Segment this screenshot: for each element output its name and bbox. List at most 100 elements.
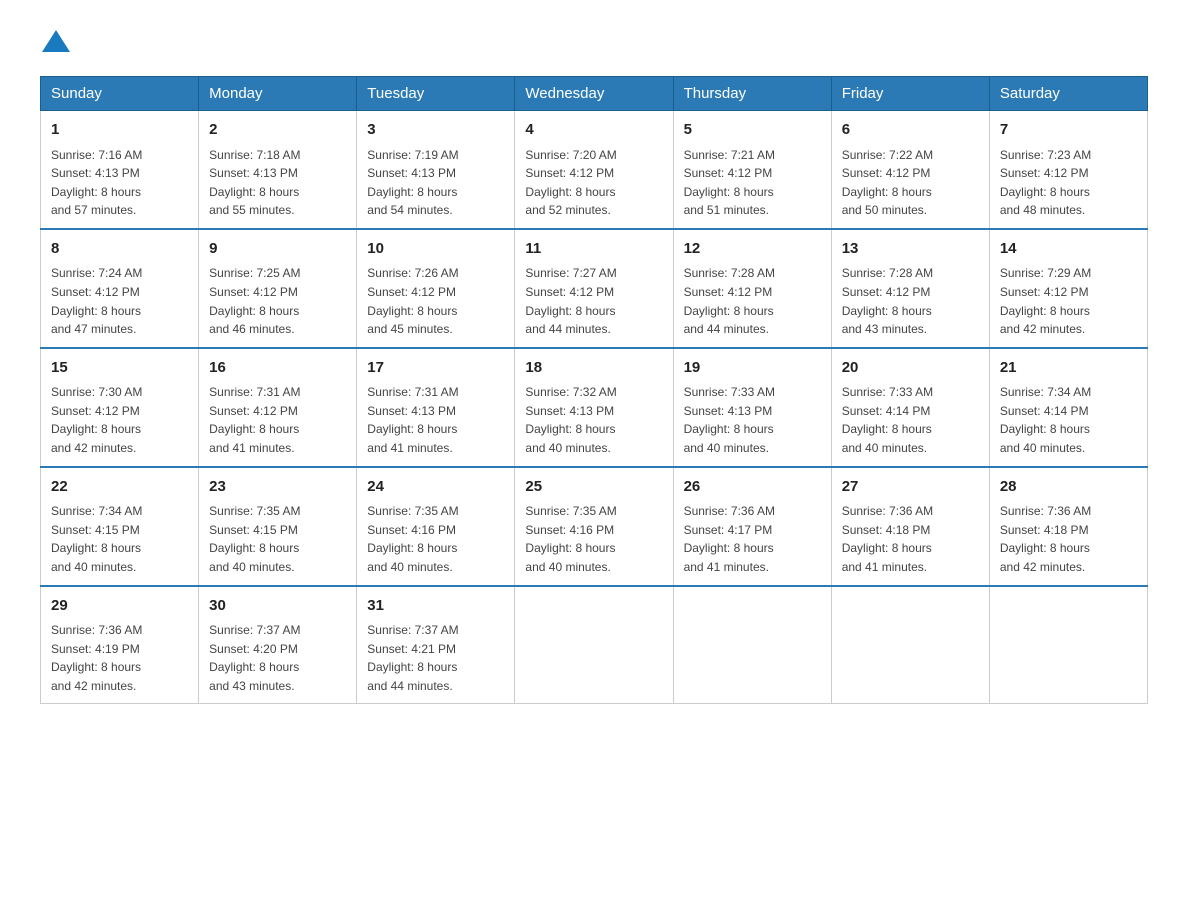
day-info: Sunrise: 7:30 AMSunset: 4:12 PMDaylight:… [51,383,188,457]
day-number: 6 [842,119,979,142]
calendar-day-cell: 29 Sunrise: 7:36 AMSunset: 4:19 PMDaylig… [41,586,199,704]
calendar-day-cell: 23 Sunrise: 7:35 AMSunset: 4:15 PMDaylig… [199,467,357,586]
day-info: Sunrise: 7:34 AMSunset: 4:15 PMDaylight:… [51,502,188,576]
day-number: 10 [367,238,504,261]
calendar-day-cell: 28 Sunrise: 7:36 AMSunset: 4:18 PMDaylig… [989,467,1147,586]
calendar-day-cell: 27 Sunrise: 7:36 AMSunset: 4:18 PMDaylig… [831,467,989,586]
day-info: Sunrise: 7:33 AMSunset: 4:14 PMDaylight:… [842,383,979,457]
calendar-day-cell: 7 Sunrise: 7:23 AMSunset: 4:12 PMDayligh… [989,111,1147,229]
day-info: Sunrise: 7:33 AMSunset: 4:13 PMDaylight:… [684,383,821,457]
day-number: 15 [51,357,188,380]
calendar-week-row: 15 Sunrise: 7:30 AMSunset: 4:12 PMDaylig… [41,348,1148,467]
day-info: Sunrise: 7:26 AMSunset: 4:12 PMDaylight:… [367,264,504,338]
day-of-week-header: Wednesday [515,77,673,111]
calendar-day-cell [989,586,1147,704]
day-number: 12 [684,238,821,261]
day-info: Sunrise: 7:24 AMSunset: 4:12 PMDaylight:… [51,264,188,338]
calendar-day-cell: 21 Sunrise: 7:34 AMSunset: 4:14 PMDaylig… [989,348,1147,467]
day-number: 24 [367,476,504,499]
calendar-day-cell: 6 Sunrise: 7:22 AMSunset: 4:12 PMDayligh… [831,111,989,229]
day-number: 28 [1000,476,1137,499]
calendar-day-cell: 2 Sunrise: 7:18 AMSunset: 4:13 PMDayligh… [199,111,357,229]
calendar-day-cell: 20 Sunrise: 7:33 AMSunset: 4:14 PMDaylig… [831,348,989,467]
days-of-week-row: SundayMondayTuesdayWednesdayThursdayFrid… [41,77,1148,111]
day-info: Sunrise: 7:35 AMSunset: 4:16 PMDaylight:… [367,502,504,576]
day-of-week-header: Thursday [673,77,831,111]
logo-triangle-icon [42,30,70,52]
calendar-day-cell: 13 Sunrise: 7:28 AMSunset: 4:12 PMDaylig… [831,229,989,348]
day-of-week-header: Sunday [41,77,199,111]
day-number: 21 [1000,357,1137,380]
day-info: Sunrise: 7:18 AMSunset: 4:13 PMDaylight:… [209,146,346,220]
calendar-day-cell: 12 Sunrise: 7:28 AMSunset: 4:12 PMDaylig… [673,229,831,348]
calendar-day-cell: 26 Sunrise: 7:36 AMSunset: 4:17 PMDaylig… [673,467,831,586]
day-number: 3 [367,119,504,142]
calendar-day-cell: 9 Sunrise: 7:25 AMSunset: 4:12 PMDayligh… [199,229,357,348]
calendar-day-cell: 5 Sunrise: 7:21 AMSunset: 4:12 PMDayligh… [673,111,831,229]
day-info: Sunrise: 7:34 AMSunset: 4:14 PMDaylight:… [1000,383,1137,457]
day-info: Sunrise: 7:37 AMSunset: 4:20 PMDaylight:… [209,621,346,695]
calendar-day-cell [515,586,673,704]
calendar-day-cell: 17 Sunrise: 7:31 AMSunset: 4:13 PMDaylig… [357,348,515,467]
day-number: 5 [684,119,821,142]
day-info: Sunrise: 7:28 AMSunset: 4:12 PMDaylight:… [684,264,821,338]
calendar-week-row: 29 Sunrise: 7:36 AMSunset: 4:19 PMDaylig… [41,586,1148,704]
day-number: 8 [51,238,188,261]
day-number: 7 [1000,119,1137,142]
day-info: Sunrise: 7:27 AMSunset: 4:12 PMDaylight:… [525,264,662,338]
day-of-week-header: Friday [831,77,989,111]
day-number: 19 [684,357,821,380]
day-number: 18 [525,357,662,380]
day-number: 4 [525,119,662,142]
day-number: 11 [525,238,662,261]
day-number: 16 [209,357,346,380]
day-info: Sunrise: 7:35 AMSunset: 4:16 PMDaylight:… [525,502,662,576]
day-info: Sunrise: 7:36 AMSunset: 4:18 PMDaylight:… [1000,502,1137,576]
day-number: 17 [367,357,504,380]
day-of-week-header: Saturday [989,77,1147,111]
day-number: 25 [525,476,662,499]
calendar-day-cell: 19 Sunrise: 7:33 AMSunset: 4:13 PMDaylig… [673,348,831,467]
calendar-week-row: 8 Sunrise: 7:24 AMSunset: 4:12 PMDayligh… [41,229,1148,348]
day-info: Sunrise: 7:28 AMSunset: 4:12 PMDaylight:… [842,264,979,338]
day-info: Sunrise: 7:21 AMSunset: 4:12 PMDaylight:… [684,146,821,220]
day-info: Sunrise: 7:35 AMSunset: 4:15 PMDaylight:… [209,502,346,576]
day-of-week-header: Monday [199,77,357,111]
day-info: Sunrise: 7:36 AMSunset: 4:18 PMDaylight:… [842,502,979,576]
day-number: 20 [842,357,979,380]
calendar-day-cell: 4 Sunrise: 7:20 AMSunset: 4:12 PMDayligh… [515,111,673,229]
day-number: 29 [51,595,188,618]
day-info: Sunrise: 7:29 AMSunset: 4:12 PMDaylight:… [1000,264,1137,338]
day-info: Sunrise: 7:36 AMSunset: 4:17 PMDaylight:… [684,502,821,576]
calendar-week-row: 22 Sunrise: 7:34 AMSunset: 4:15 PMDaylig… [41,467,1148,586]
day-info: Sunrise: 7:36 AMSunset: 4:19 PMDaylight:… [51,621,188,695]
day-info: Sunrise: 7:23 AMSunset: 4:12 PMDaylight:… [1000,146,1137,220]
calendar-day-cell: 11 Sunrise: 7:27 AMSunset: 4:12 PMDaylig… [515,229,673,348]
calendar-day-cell: 30 Sunrise: 7:37 AMSunset: 4:20 PMDaylig… [199,586,357,704]
calendar-day-cell: 14 Sunrise: 7:29 AMSunset: 4:12 PMDaylig… [989,229,1147,348]
calendar-day-cell: 1 Sunrise: 7:16 AMSunset: 4:13 PMDayligh… [41,111,199,229]
calendar-day-cell: 31 Sunrise: 7:37 AMSunset: 4:21 PMDaylig… [357,586,515,704]
day-info: Sunrise: 7:25 AMSunset: 4:12 PMDaylight:… [209,264,346,338]
calendar-day-cell [673,586,831,704]
day-number: 22 [51,476,188,499]
calendar-day-cell: 18 Sunrise: 7:32 AMSunset: 4:13 PMDaylig… [515,348,673,467]
calendar-table: SundayMondayTuesdayWednesdayThursdayFrid… [40,76,1148,704]
day-number: 13 [842,238,979,261]
day-number: 27 [842,476,979,499]
calendar-day-cell: 15 Sunrise: 7:30 AMSunset: 4:12 PMDaylig… [41,348,199,467]
page-header [40,30,1148,56]
calendar-day-cell: 16 Sunrise: 7:31 AMSunset: 4:12 PMDaylig… [199,348,357,467]
day-number: 2 [209,119,346,142]
day-number: 9 [209,238,346,261]
day-number: 26 [684,476,821,499]
calendar-day-cell: 22 Sunrise: 7:34 AMSunset: 4:15 PMDaylig… [41,467,199,586]
day-info: Sunrise: 7:37 AMSunset: 4:21 PMDaylight:… [367,621,504,695]
day-info: Sunrise: 7:19 AMSunset: 4:13 PMDaylight:… [367,146,504,220]
day-info: Sunrise: 7:16 AMSunset: 4:13 PMDaylight:… [51,146,188,220]
day-of-week-header: Tuesday [357,77,515,111]
calendar-day-cell: 10 Sunrise: 7:26 AMSunset: 4:12 PMDaylig… [357,229,515,348]
calendar-day-cell: 25 Sunrise: 7:35 AMSunset: 4:16 PMDaylig… [515,467,673,586]
day-number: 30 [209,595,346,618]
day-info: Sunrise: 7:22 AMSunset: 4:12 PMDaylight:… [842,146,979,220]
